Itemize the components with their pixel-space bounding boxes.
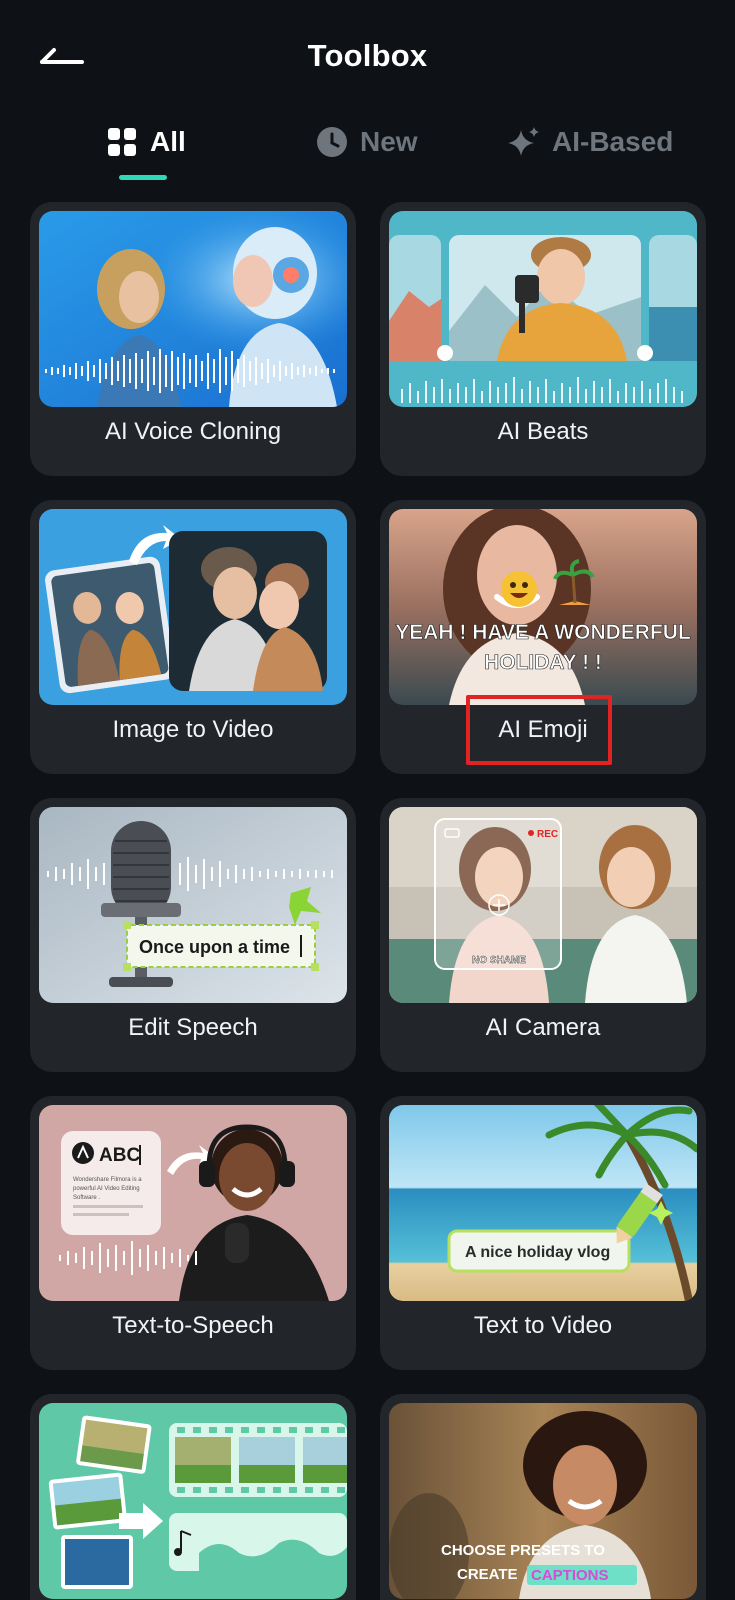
tool-card-edit-speech[interactable]: Once upon a time Edit Speech: [30, 798, 356, 1072]
tool-card-ai-beats[interactable]: AI Beats: [380, 202, 706, 476]
tool-card-photos-to-video[interactable]: [30, 1394, 356, 1600]
tts-thumb-desc-1: Wondershare Filmora is a: [73, 1177, 142, 1183]
tool-card-label: Image to Video: [112, 716, 274, 743]
selection-highlight-box: [466, 695, 612, 765]
tool-card-label: Text-to-Speech: [112, 1312, 274, 1339]
grid-icon: [108, 128, 136, 156]
tool-card-ai-emoji[interactable]: YEAH ! HAVE A WONDERFUL HOLIDAY ! ! AI E…: [380, 500, 706, 774]
ai-emoji-thumbnail: YEAH ! HAVE A WONDERFUL HOLIDAY ! !: [389, 509, 697, 705]
auto-captions-thumbnail: CHOOSE PRESETS TO CREATE CAPTIONS: [389, 1403, 697, 1599]
active-tab-indicator: [119, 175, 167, 180]
tool-card-ai-voice-cloning[interactable]: AI Voice Cloning: [30, 202, 356, 476]
ai-emoji-thumb-line-1: YEAH ! HAVE A WONDERFUL: [395, 621, 691, 644]
tool-card-label: AI Voice Cloning: [104, 418, 282, 445]
ai-emoji-thumb-line-2: HOLIDAY ! !: [484, 651, 602, 674]
tts-thumb-desc-2: powerful AI Video Editing: [73, 1186, 140, 1192]
sparkle-icon: [508, 127, 539, 156]
tts-thumb-title: ABC: [99, 1145, 140, 1166]
tool-card-label: AI Beats: [497, 418, 589, 445]
ai-camera-tag-text: NO SHAME: [472, 955, 526, 966]
text-to-speech-thumbnail: ABC Wondershare Filmora is a powerful AI…: [39, 1105, 347, 1301]
text-to-video-thumb-text: A nice holiday vlog: [465, 1244, 610, 1261]
tab-label: New: [360, 126, 418, 157]
ai-camera-thumbnail: REC NO SHAME: [389, 807, 697, 1003]
tool-card-ai-camera[interactable]: REC NO SHAME AI Camera: [380, 798, 706, 1072]
text-to-video-thumbnail: A nice holiday vlog: [389, 1105, 697, 1301]
tab-new[interactable]: New: [316, 120, 418, 164]
edit-speech-thumb-text: Once upon a time: [139, 937, 290, 957]
tool-card-image-to-video[interactable]: Image to Video: [30, 500, 356, 774]
photos-to-video-thumbnail: [39, 1403, 347, 1599]
tab-all[interactable]: All: [106, 120, 186, 164]
edit-speech-thumbnail: Once upon a time: [39, 807, 347, 1003]
tab-ai-based[interactable]: AI-Based: [508, 120, 673, 164]
captions-thumb-line-2b: CAPTIONS: [531, 1567, 609, 1584]
filter-tabs: All New AI-Based: [0, 112, 735, 184]
tool-card-label: Edit Speech: [128, 1014, 258, 1041]
tool-card-auto-captions[interactable]: CHOOSE PRESETS TO CREATE CAPTIONS: [380, 1394, 706, 1600]
tool-card-label: AI Camera: [485, 1014, 601, 1041]
page-title: Toolbox: [307, 38, 428, 73]
clock-icon: [317, 127, 347, 157]
tool-card-text-to-speech[interactable]: ABC Wondershare Filmora is a powerful AI…: [30, 1096, 356, 1370]
ai-beats-thumbnail: [389, 211, 697, 407]
tab-label: AI-Based: [552, 126, 674, 157]
ai-voice-cloning-thumbnail: [39, 211, 347, 407]
captions-thumb-line-1: CHOOSE PRESETS TO: [441, 1542, 605, 1559]
image-to-video-thumbnail: [39, 509, 347, 705]
tts-thumb-desc-3: Software .: [73, 1195, 100, 1201]
tab-label: All: [150, 126, 186, 157]
header: Toolbox: [0, 0, 735, 118]
captions-thumb-line-2a: CREATE: [457, 1566, 518, 1583]
tool-card-text-to-video[interactable]: A nice holiday vlog Text to Video: [380, 1096, 706, 1370]
tool-card-label: Text to Video: [473, 1312, 613, 1339]
ai-camera-rec-label: REC: [537, 829, 558, 840]
